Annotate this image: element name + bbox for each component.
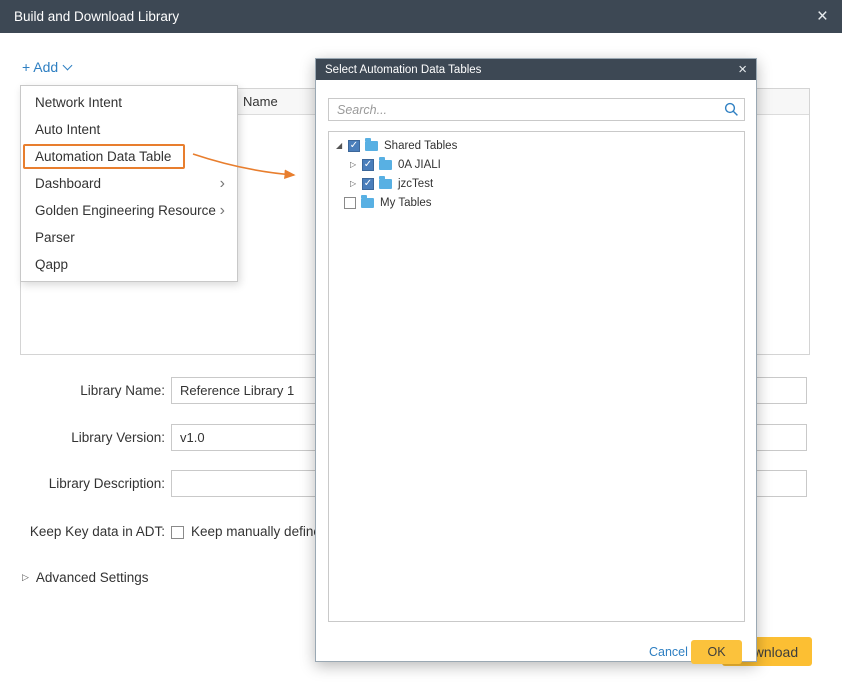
menu-item-automation-data-table[interactable]: Automation Data Table [21,143,237,170]
menu-item-auto-intent[interactable]: Auto Intent [21,116,237,143]
modal-titlebar: Select Automation Data Tables × [316,59,756,80]
table-column-name: Name [243,94,278,109]
menu-item-golden-engineering-resource[interactable]: Golden Engineering Resource › [21,197,237,224]
collapsed-triangle-icon: ▷ [22,572,29,583]
tree-item-shared-tables[interactable]: ◢ ✓ Shared Tables [329,136,744,155]
advanced-settings-label: Advanced Settings [36,570,149,585]
menu-item-parser[interactable]: Parser [21,224,237,251]
modal-title: Select Automation Data Tables [325,64,481,76]
search-icon[interactable] [724,102,739,117]
checkbox-unchecked[interactable] [344,197,356,209]
folder-icon [379,160,392,170]
search-input[interactable] [328,98,745,121]
folder-icon [365,141,378,151]
submenu-arrow-icon: › [220,203,225,219]
expander-closed-icon[interactable]: ▷ [350,160,362,169]
dialog-titlebar: Build and Download Library × [0,0,842,33]
menu-item-network-intent[interactable]: Network Intent [21,89,237,116]
expander-closed-icon[interactable]: ▷ [350,179,362,188]
folder-icon [379,179,392,189]
submenu-arrow-icon: › [220,176,225,192]
keep-key-data-label: Keep Key data in ADT: [0,524,165,539]
folder-icon [361,198,374,208]
library-name-label: Library Name: [0,383,165,398]
close-icon[interactable]: × [817,7,828,26]
keep-key-checkbox[interactable] [171,526,184,539]
tree-item-label: jzcTest [398,178,433,190]
tree-item-my-tables[interactable]: My Tables [329,193,744,212]
menu-item-qapp[interactable]: Qapp [21,251,237,278]
tree-item-label: My Tables [380,197,432,209]
data-tables-tree: ◢ ✓ Shared Tables ▷ ✓ 0A JIALI ▷ ✓ jzcTe… [328,131,745,622]
modal-close-icon[interactable]: × [738,62,747,77]
library-description-label: Library Description: [0,476,165,491]
expander-open-icon[interactable]: ◢ [336,141,348,150]
tree-item-0a-jiali[interactable]: ▷ ✓ 0A JIALI [329,155,744,174]
advanced-settings-toggle[interactable]: ▷ Advanced Settings [22,570,149,585]
checkbox-checked[interactable]: ✓ [362,159,374,171]
add-menu-trigger[interactable]: + Add [22,59,71,75]
add-dropdown-menu: Network Intent Auto Intent Automation Da… [20,85,238,282]
select-automation-data-tables-modal: Select Automation Data Tables × ◢ ✓ Shar… [315,58,757,662]
tree-item-label: Shared Tables [384,140,457,152]
menu-item-dashboard[interactable]: Dashboard › [21,170,237,197]
ok-button[interactable]: OK [691,640,742,664]
dialog-title: Build and Download Library [14,9,179,24]
tree-item-jzctest[interactable]: ▷ ✓ jzcTest [329,174,744,193]
checkbox-checked[interactable]: ✓ [348,140,360,152]
chevron-down-icon [63,61,73,71]
keep-key-checkbox-text: Keep manually defined [191,524,328,539]
tree-item-label: 0A JIALI [398,159,441,171]
add-menu-label: + Add [22,59,58,75]
library-version-label: Library Version: [0,430,165,445]
build-and-download-library-dialog: Build and Download Library × + Add Name … [0,0,842,687]
checkbox-checked[interactable]: ✓ [362,178,374,190]
cancel-button[interactable]: Cancel [649,645,688,659]
